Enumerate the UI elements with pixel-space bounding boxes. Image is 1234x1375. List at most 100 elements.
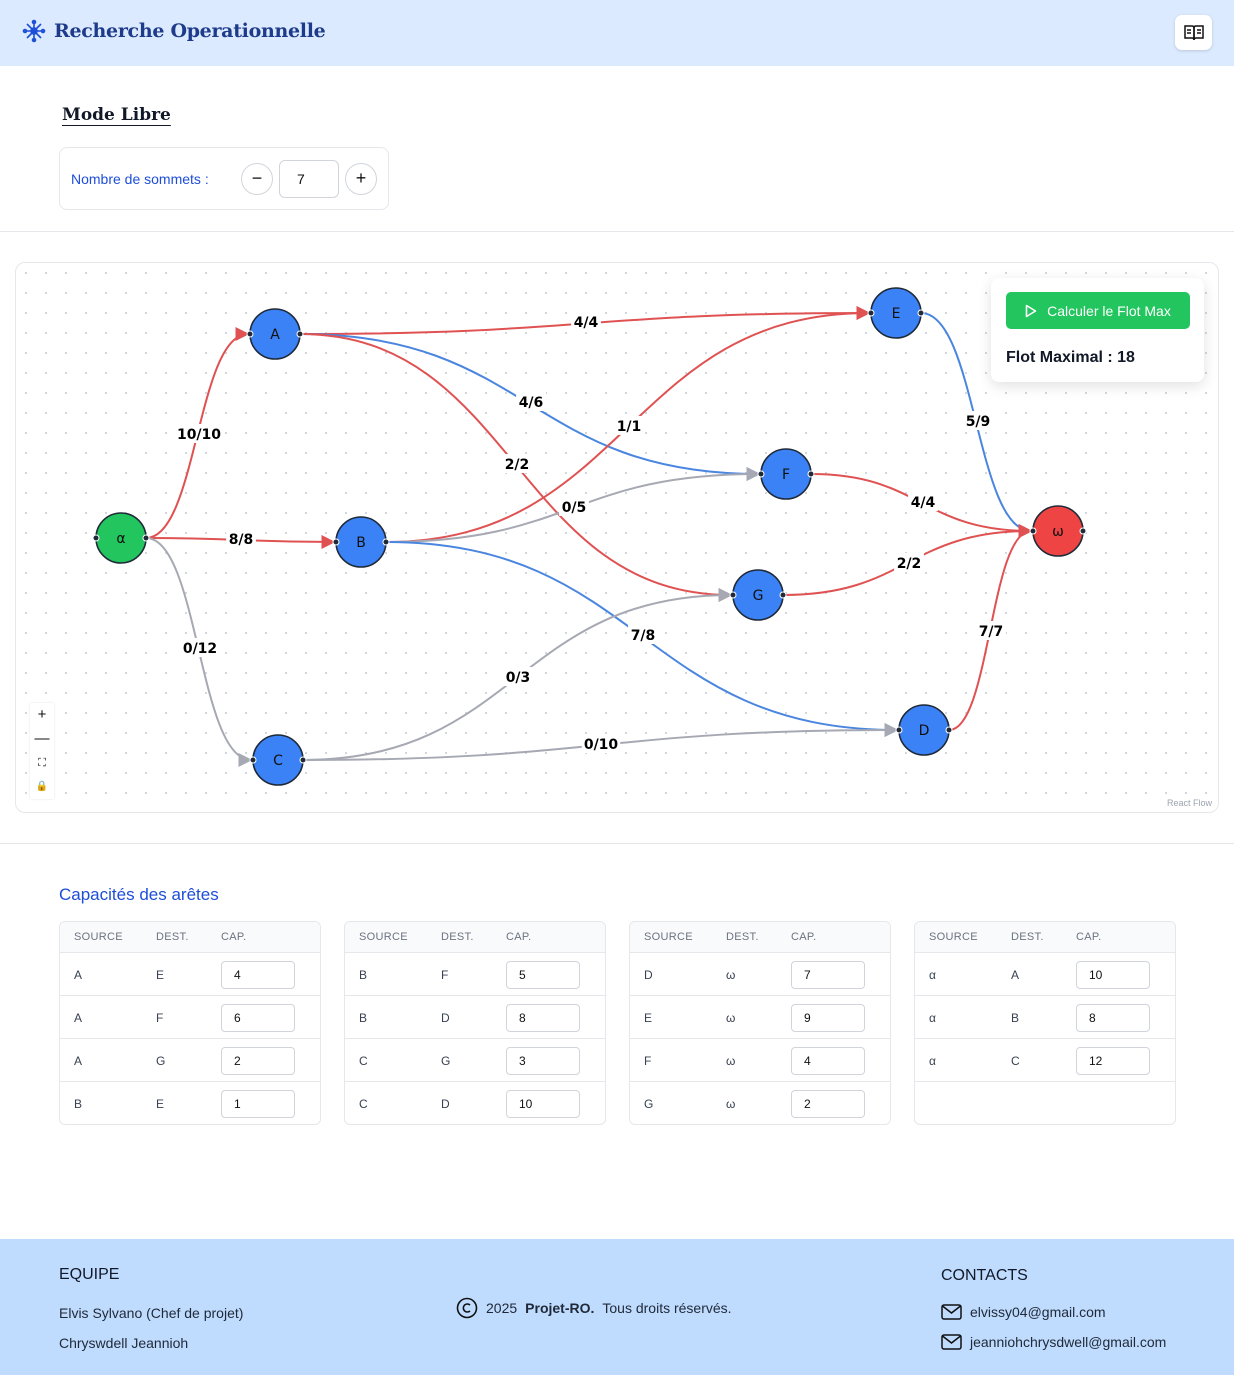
email-address: jeanniohchrysdwell@gmail.com [970,1334,1167,1350]
source-cell: B [359,968,368,982]
node-handle[interactable] [945,726,953,734]
node-handle[interactable] [246,330,254,338]
copyright: 2025 Projet-RO. Tous droits réservés. [456,1297,732,1319]
contact-email[interactable]: elvissy04@gmail.com [941,1304,1106,1320]
capacity-input[interactable] [221,961,295,989]
react-flow-attribution[interactable]: React Flow [1167,798,1212,808]
table-header: SOURCE DEST. CAP. [915,922,1175,953]
source-cell: C [359,1097,368,1111]
node-label: E [892,306,901,322]
guide-button[interactable] [1175,15,1212,50]
lock-button[interactable]: 🔒 [30,775,54,799]
dest-cell: ω [726,968,736,982]
source-cell: A [74,1054,83,1068]
max-flow-result: Flot Maximal : 18 [1006,349,1135,366]
capacity-input[interactable] [791,1047,865,1075]
capacity-input[interactable] [791,961,865,989]
capacity-input[interactable] [506,1090,580,1118]
node-handle[interactable] [249,756,257,764]
node-handle[interactable] [807,470,815,478]
column-header-source: SOURCE [644,931,693,943]
copyright-icon [456,1297,478,1319]
table-header: SOURCE DEST. CAP. [345,922,605,953]
dest-cell: A [1011,968,1020,982]
capacity-input[interactable] [221,1047,295,1075]
play-icon [1025,304,1037,317]
node-handle[interactable] [729,591,737,599]
column-header-dest: DEST. [441,931,474,943]
node-handle[interactable] [917,309,925,317]
capacity-input[interactable] [221,1090,295,1118]
decrement-button[interactable]: − [241,163,273,195]
node-G[interactable]: G [729,569,787,621]
mail-icon [941,1334,962,1350]
divider [0,843,1234,844]
node-handle[interactable] [382,538,390,546]
calc-max-flow-button[interactable]: Calculer le Flot Max [1006,292,1190,329]
team-member: Elvis Sylvano (Chef de projet) [59,1305,244,1321]
dest-cell: B [1011,1011,1020,1025]
table-row: Dω [630,953,890,996]
node-C[interactable]: C [249,734,307,786]
capacity-table: SOURCEDEST.CAP.AEAFAGBE [59,921,321,1125]
node-handle[interactable] [895,726,903,734]
capacity-input[interactable] [1076,1004,1150,1032]
email-address: elvissy04@gmail.com [970,1304,1106,1320]
node-A[interactable]: A [246,308,304,360]
flow-canvas[interactable]: 10/10 8/8 0/12 4/4 4/6 2/2 1/1 0/5 7/8 0/3 0/10 5/9… [15,262,1219,813]
table-row: αC [915,1039,1175,1082]
column-header-cap: CAP. [791,931,817,943]
table-header: SOURCE DEST. CAP. [60,922,320,953]
increment-button[interactable]: + [345,163,377,195]
node-sink[interactable]: ω [1029,505,1087,557]
node-handle[interactable] [332,538,340,546]
node-handle[interactable] [1079,527,1087,535]
copyright-text: Tous droits réservés. [602,1300,732,1316]
node-D[interactable]: D [895,704,953,756]
mail-icon [941,1304,962,1320]
source-cell: F [644,1054,652,1068]
team-title: EQUIPE [59,1266,120,1283]
source-cell: α [929,968,936,982]
column-header-cap: CAP. [506,931,532,943]
zoom-controls: + — ⛶ 🔒 [30,703,54,799]
capacity-input[interactable] [506,1047,580,1075]
node-handle[interactable] [779,591,787,599]
node-handle[interactable] [867,309,875,317]
node-handle[interactable] [92,534,100,542]
capacity-input[interactable] [791,1004,865,1032]
column-header-dest: DEST. [1011,931,1044,943]
capacity-input[interactable] [506,961,580,989]
source-cell: C [359,1054,368,1068]
capacity-input[interactable] [1076,1047,1150,1075]
node-F[interactable]: F [757,448,815,500]
node-label: D [919,723,930,739]
node-handle[interactable] [1029,527,1037,535]
brand[interactable]: Recherche Operationnelle [22,19,326,43]
capacity-input[interactable] [1076,961,1150,989]
source-cell: E [644,1011,653,1025]
node-B[interactable]: B [332,516,390,568]
edge-label: 0/3 [506,670,531,686]
vertex-count-input[interactable] [279,160,339,198]
node-handle[interactable] [757,470,765,478]
node-E[interactable]: E [867,287,925,339]
table-row: BF [345,953,605,996]
node-source[interactable]: α [92,512,150,564]
edge-label: 1/1 [617,419,642,435]
capacity-input[interactable] [506,1004,580,1032]
node-handle[interactable] [142,534,150,542]
dest-cell: F [156,1011,164,1025]
capacity-input[interactable] [221,1004,295,1032]
node-handle[interactable] [299,756,307,764]
capacity-input[interactable] [791,1090,865,1118]
zoom-in-button[interactable]: + [30,703,54,727]
contact-email[interactable]: jeanniohchrysdwell@gmail.com [941,1334,1166,1350]
node-handle[interactable] [296,330,304,338]
edge-label: 7/7 [979,624,1004,640]
copyright-project: Projet-RO. [525,1300,595,1316]
zoom-out-button[interactable]: — [30,727,54,751]
fit-view-button[interactable]: ⛶ [30,751,54,775]
node-label: A [270,327,280,343]
column-header-cap: CAP. [221,931,247,943]
